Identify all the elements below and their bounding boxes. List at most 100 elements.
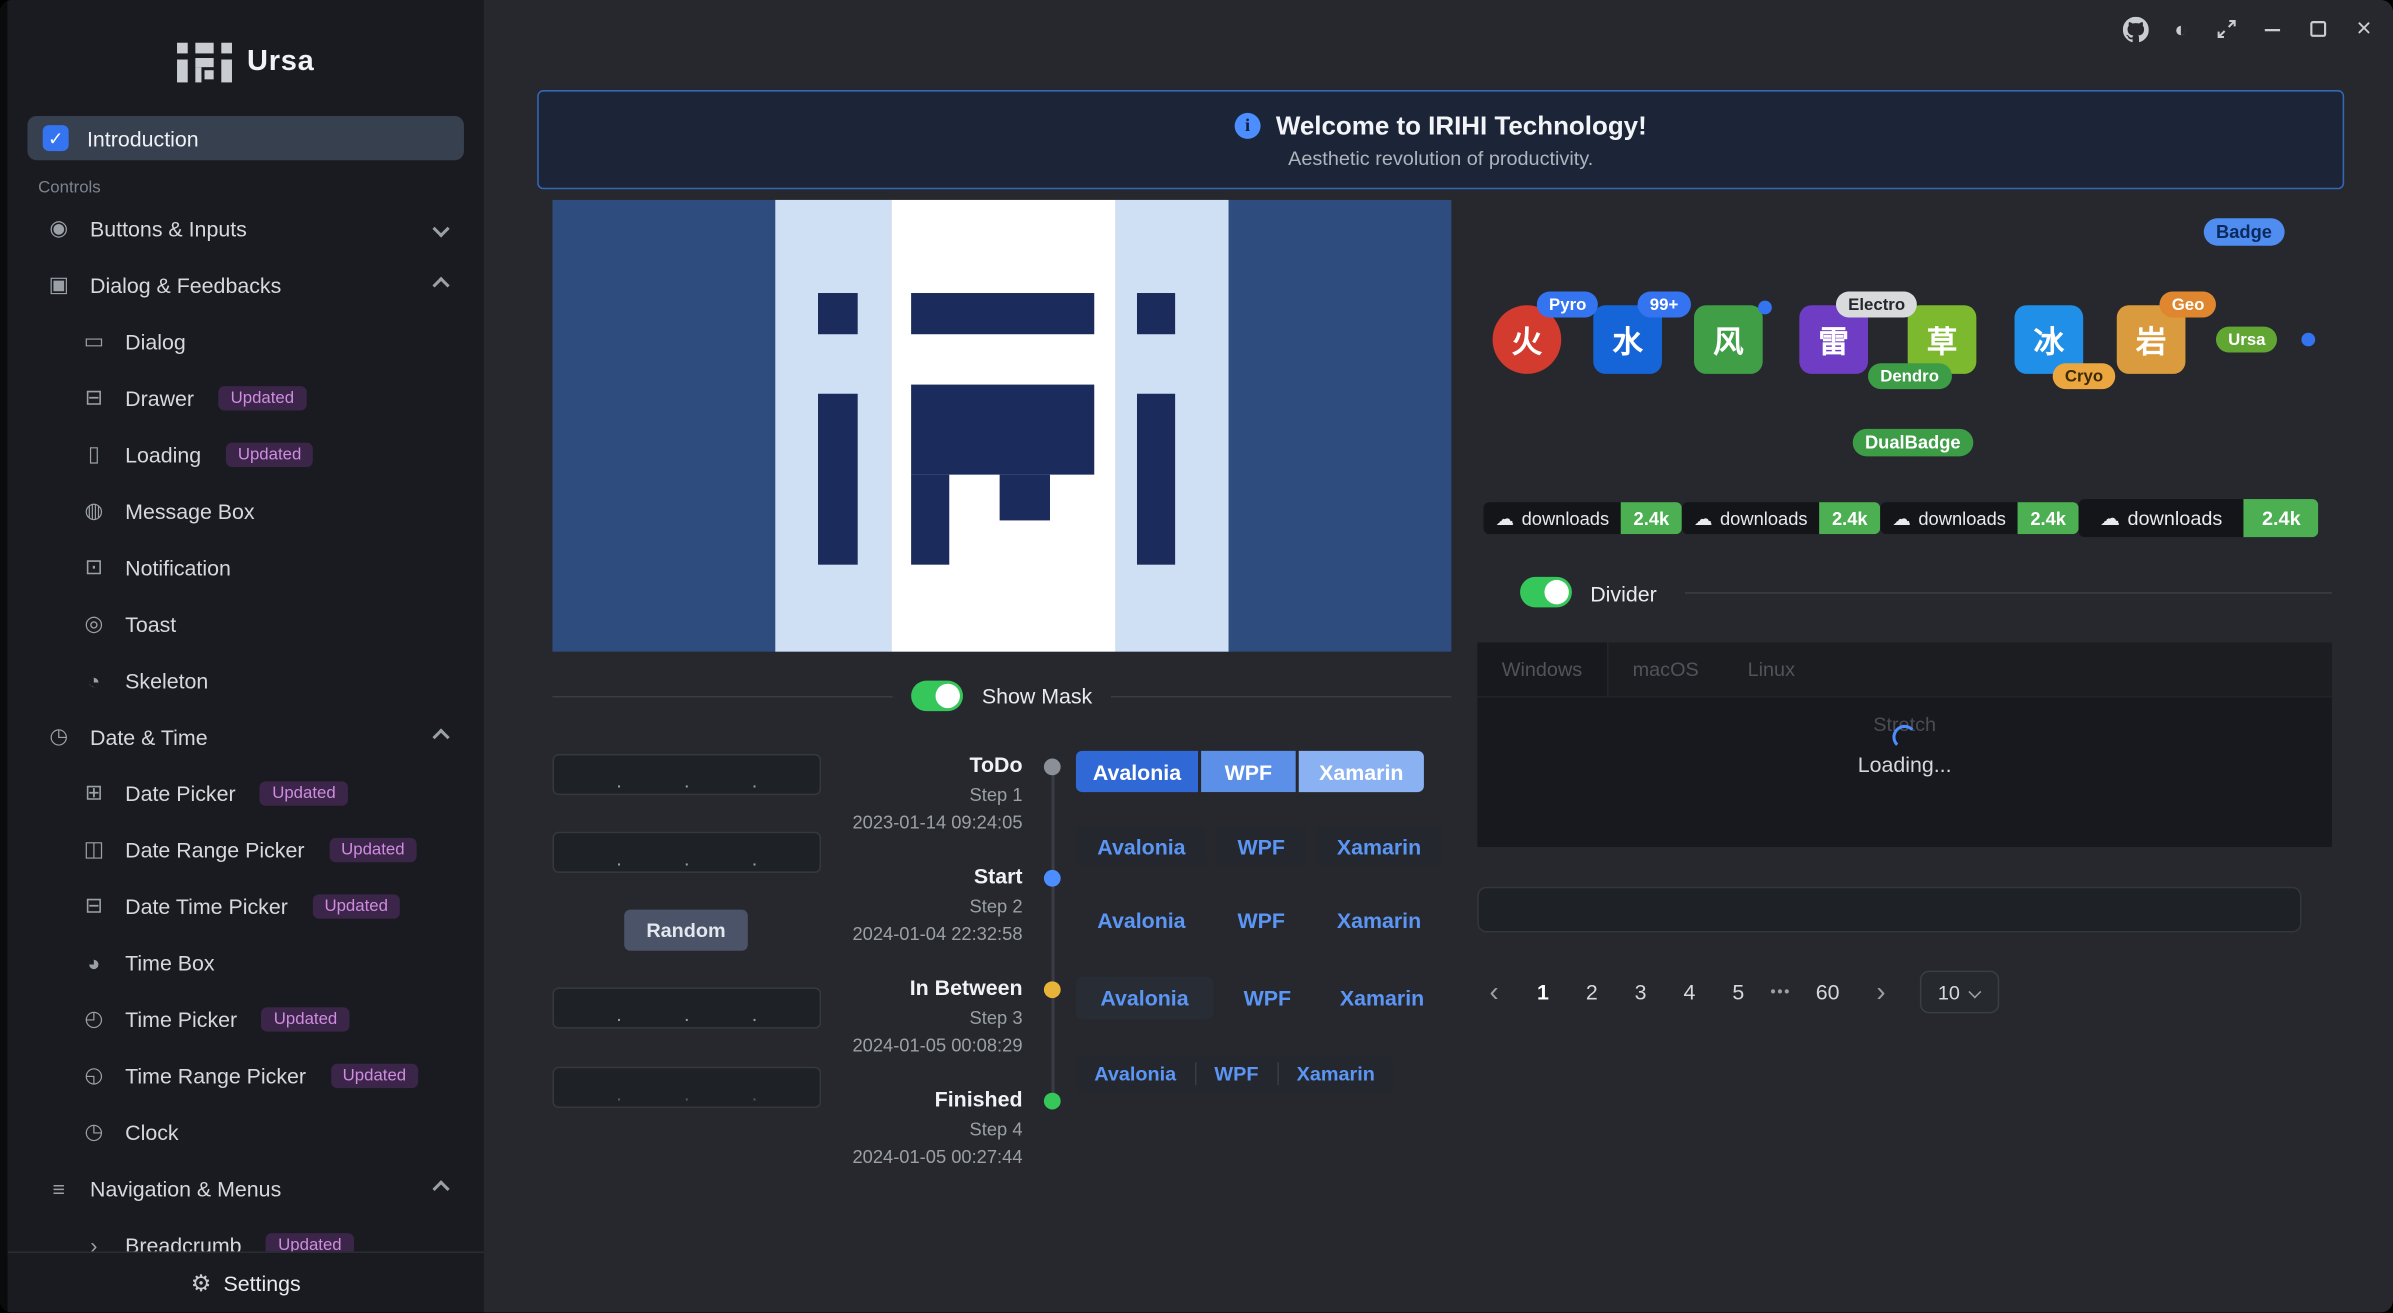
sidebar-item-time-box[interactable]: ◕ Time Box — [8, 934, 484, 990]
badge-dot — [1758, 301, 1772, 315]
irihi-logo-image — [552, 200, 1451, 652]
wpf-button[interactable]: WPF — [1196, 1055, 1277, 1093]
sidebar: Ursa ✓ Introduction Controls ◉ Buttons &… — [8, 0, 484, 1312]
random-button[interactable]: Random — [624, 910, 748, 951]
irihi-logo-icon — [177, 43, 232, 83]
wpf-button[interactable]: WPF — [1216, 899, 1306, 940]
xamarin-button[interactable]: Xamarin — [1278, 1055, 1393, 1093]
app-logo: Ursa — [8, 40, 484, 86]
sidebar-item-dialog[interactable]: ▭ Dialog — [8, 313, 484, 369]
close-icon[interactable]: × — [2346, 12, 2383, 46]
sidebar-item-buttons-inputs[interactable]: ◉ Buttons & Inputs — [8, 200, 484, 256]
step-dot-finished — [1044, 1093, 1061, 1110]
github-icon[interactable] — [2117, 12, 2154, 46]
maximize-icon[interactable] — [2300, 12, 2337, 46]
chevron-up-icon — [432, 1179, 449, 1196]
sidebar-item-time-range-picker[interactable]: ◵ Time Range Picker Updated — [8, 1047, 484, 1103]
page-size-select[interactable]: 10 — [1919, 971, 1998, 1014]
sidebar-item-time-picker[interactable]: ◴ Time Picker Updated — [8, 990, 484, 1046]
ipv4-input[interactable]: ... — [552, 987, 821, 1028]
wpf-button[interactable]: WPF — [1216, 826, 1306, 867]
avalonia-segment[interactable]: Avalonia — [1076, 751, 1198, 792]
banner-subtitle: Aesthetic revolution of productivity. — [1288, 146, 1593, 169]
chevron-up-icon — [432, 728, 449, 745]
dialog-icon: ▭ — [81, 328, 107, 354]
chevron-up-icon — [432, 276, 449, 293]
avalonia-button[interactable]: Avalonia — [1076, 977, 1213, 1020]
page-60[interactable]: 60 — [1806, 972, 1849, 1012]
avalonia-button[interactable]: Avalonia — [1076, 899, 1207, 940]
xamarin-button[interactable]: Xamarin — [1315, 826, 1442, 867]
sidebar-item-dialog-feedbacks[interactable]: ▣ Dialog & Feedbacks — [8, 256, 484, 312]
page-2[interactable]: 2 — [1575, 972, 1609, 1012]
updated-badge: Updated — [262, 1006, 350, 1030]
minimize-icon[interactable] — [2254, 12, 2291, 46]
avalonia-button[interactable]: Avalonia — [1076, 826, 1207, 867]
dialog-feedbacks-icon: ▣ — [46, 272, 72, 298]
sidebar-item-loading[interactable]: ▯ Loading Updated — [8, 426, 484, 482]
sidebar-section-controls: Controls — [38, 179, 484, 200]
info-icon: i — [1235, 113, 1261, 139]
theme-toggle-icon[interactable]: ◐ — [2163, 12, 2200, 46]
sidebar-item-date-picker[interactable]: ⊞ Date Picker Updated — [8, 765, 484, 821]
ipv4-input[interactable]: ... — [552, 754, 821, 795]
drawer-icon: ⊟ — [81, 385, 107, 411]
element-anemo: 风 — [1694, 305, 1763, 374]
time-range-picker-icon: ◵ — [81, 1062, 107, 1088]
updated-badge: Updated — [330, 1063, 418, 1087]
avalonia-button[interactable]: Avalonia — [1076, 1055, 1195, 1093]
text-input[interactable] — [1477, 887, 2301, 933]
window-edge — [0, 0, 8, 1312]
pages-ellipsis[interactable]: ••• — [1770, 984, 1791, 1001]
step-in-between: In BetweenStep 32024-01-05 00:08:29 — [824, 975, 1022, 1056]
fullscreen-icon[interactable] — [2208, 12, 2245, 46]
loading-icon: ▯ — [81, 441, 107, 467]
settings-button[interactable]: ⚙ Settings — [8, 1251, 484, 1312]
sidebar-item-notification[interactable]: ⊡ Notification — [8, 539, 484, 595]
divider-toggle[interactable] — [1520, 577, 1572, 608]
sidebar-item-date-time[interactable]: ◷ Date & Time — [8, 708, 484, 764]
toast-icon: ◎ — [81, 610, 107, 636]
wpf-button[interactable]: WPF — [1225, 977, 1309, 1020]
cloud-icon: ☁ — [1892, 507, 1910, 528]
banner-title: Welcome to IRIHI Technology! — [1276, 111, 1647, 142]
platform-button-group: Avalonia WPF Xamarin — [1076, 826, 1443, 867]
loading-spinner-icon — [1892, 725, 1916, 749]
badge-electro: Electro — [1836, 291, 1917, 317]
page-3[interactable]: 3 — [1624, 972, 1658, 1012]
sidebar-item-navigation-menus[interactable]: ≡ Navigation & Menus — [8, 1160, 484, 1216]
xamarin-button[interactable]: Xamarin — [1322, 977, 1443, 1020]
ipv4-input[interactable]: ... — [552, 832, 821, 873]
time-picker-icon: ◴ — [81, 1006, 107, 1032]
xamarin-segment[interactable]: Xamarin — [1299, 751, 1424, 792]
divider-line — [1685, 592, 2332, 594]
sidebar-item-skeleton[interactable]: ◔ Skeleton — [8, 652, 484, 708]
sidebar-item-date-time-picker[interactable]: ⊟ Date Time Picker Updated — [8, 878, 484, 934]
badge-section-label: Badge — [2204, 218, 2284, 245]
xamarin-button[interactable]: Xamarin — [1315, 899, 1442, 940]
gear-icon: ⚙ — [191, 1269, 212, 1296]
sidebar-item-drawer[interactable]: ⊟ Drawer Updated — [8, 369, 484, 425]
show-mask-label: Show Mask — [982, 684, 1092, 708]
page-4[interactable]: 4 — [1673, 972, 1707, 1012]
date-time-picker-icon: ⊟ — [81, 893, 107, 919]
step-dot-start — [1044, 870, 1061, 887]
navigation-menus-icon: ≡ — [46, 1176, 72, 1200]
page-5[interactable]: 5 — [1721, 972, 1755, 1012]
wpf-segment[interactable]: WPF — [1201, 751, 1296, 792]
divider-line — [1111, 695, 1452, 697]
date-range-picker-icon: ◫ — [81, 836, 107, 862]
show-mask-toggle[interactable] — [912, 681, 964, 712]
sidebar-item-introduction[interactable]: ✓ Introduction — [27, 116, 463, 160]
prev-page-icon[interactable]: ‹ — [1477, 972, 1511, 1012]
pagination: ‹ 1 2 3 4 5 ••• 60 › 10 — [1477, 971, 1998, 1014]
sidebar-item-clock[interactable]: ◷ Clock — [8, 1103, 484, 1159]
sidebar-item-toast[interactable]: ◎ Toast — [8, 595, 484, 651]
cloud-icon: ☁ — [1496, 507, 1514, 528]
page-1[interactable]: 1 — [1526, 972, 1560, 1012]
sidebar-item-message-box[interactable]: ◍ Message Box — [8, 482, 484, 538]
next-page-icon[interactable]: › — [1864, 972, 1898, 1012]
step-dot-todo — [1044, 758, 1061, 775]
step-start: StartStep 22024-01-04 22:32:58 — [824, 864, 1022, 945]
sidebar-item-date-range-picker[interactable]: ◫ Date Range Picker Updated — [8, 821, 484, 877]
